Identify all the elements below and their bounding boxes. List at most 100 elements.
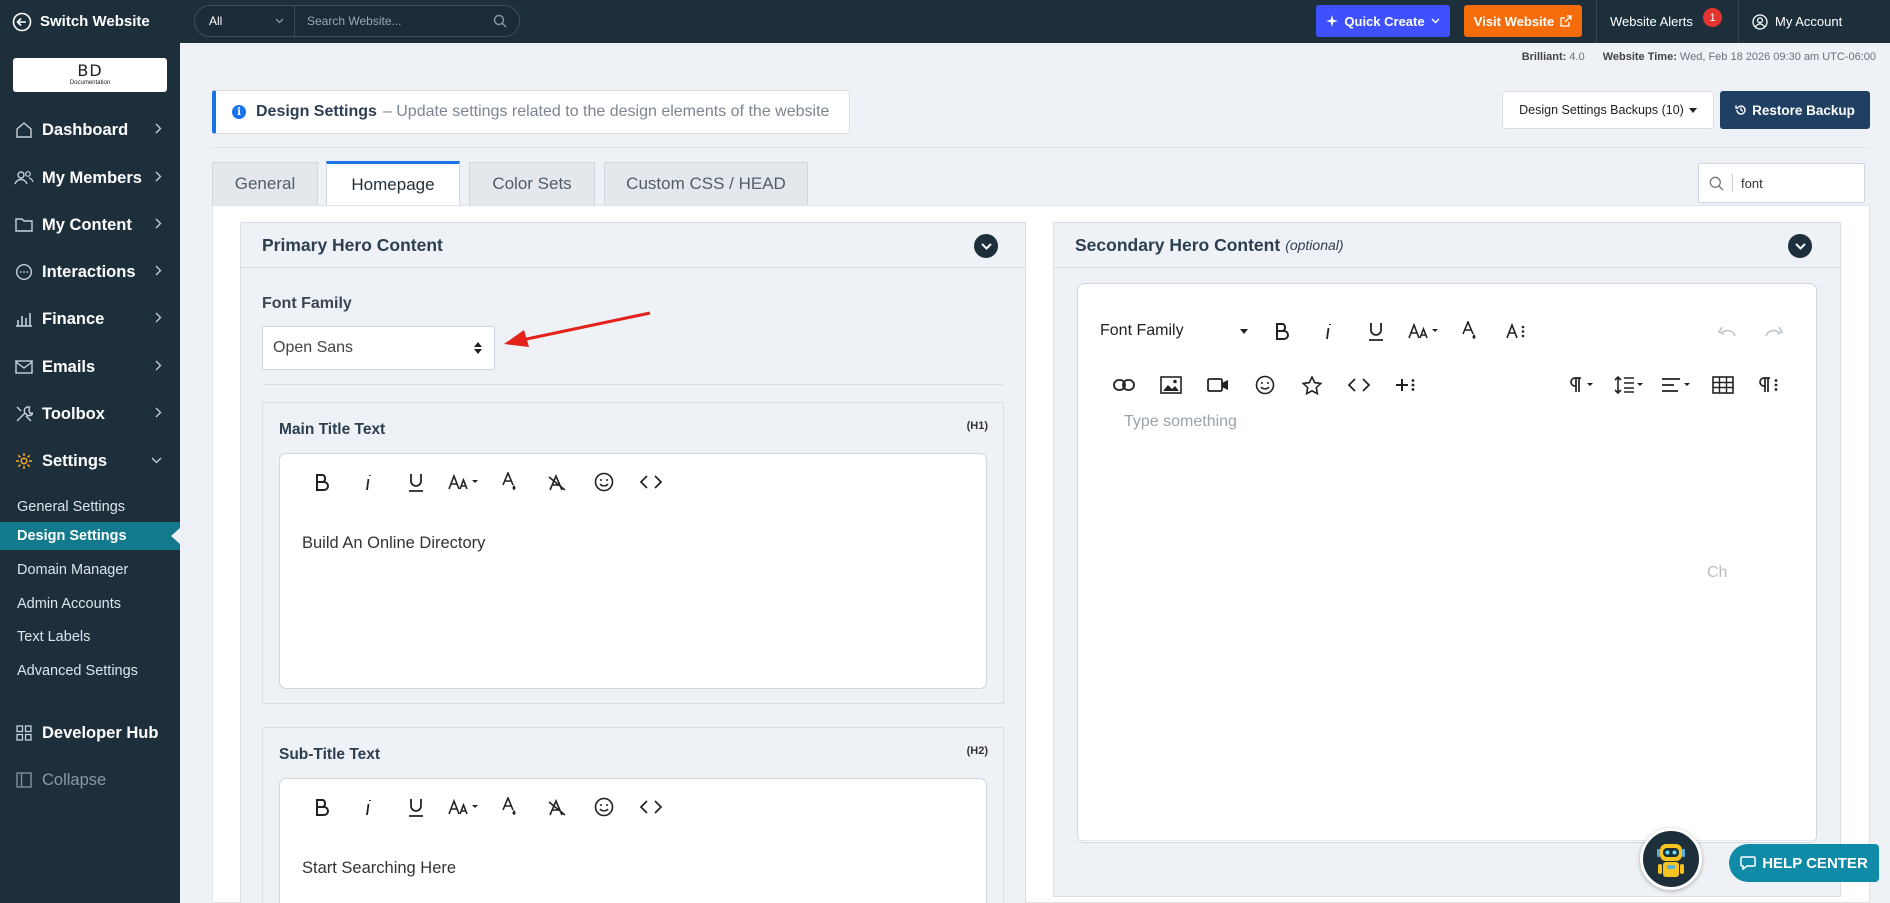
visit-website-button[interactable]: Visit Website: [1464, 5, 1582, 37]
design-backups-dropdown[interactable]: Design Settings Backups (10): [1502, 91, 1714, 129]
subtitle-editor[interactable]: Start Searching Here: [279, 778, 987, 903]
sidebar-item-my-content[interactable]: My Content: [0, 202, 180, 248]
code-view-icon[interactable]: [627, 462, 674, 502]
italic-icon[interactable]: [345, 787, 392, 827]
redo-icon[interactable]: [1750, 311, 1797, 351]
sidebar-item-my-members[interactable]: My Members: [0, 155, 180, 201]
sidebar-item-interactions[interactable]: Interactions: [0, 249, 180, 295]
font-family-select[interactable]: Open Sans: [262, 326, 495, 370]
chat-bubble-icon: [14, 262, 34, 282]
top-bar: Switch Website All Search Website... Qui…: [0, 0, 1890, 43]
switch-website-button[interactable]: Switch Website: [12, 0, 150, 43]
underline-icon[interactable]: [392, 787, 439, 827]
italic-icon[interactable]: [1305, 311, 1352, 351]
font-family-dropdown[interactable]: Font Family: [1100, 311, 1258, 351]
help-center-button[interactable]: HELP CENTER: [1729, 844, 1879, 882]
main-title-editor[interactable]: Build An Online Directory: [279, 453, 987, 689]
main-title-text[interactable]: Build An Online Directory: [302, 534, 485, 553]
align-icon[interactable]: [1652, 365, 1699, 405]
quick-create-button[interactable]: Quick Create: [1316, 5, 1450, 37]
line-height-icon[interactable]: [1605, 365, 1652, 405]
text-color-icon[interactable]: [486, 787, 533, 827]
paragraph-format-icon[interactable]: [1558, 365, 1605, 405]
sidebar-item-toolbox[interactable]: Toolbox: [0, 391, 180, 437]
site-logo[interactable]: BD Documentation: [13, 58, 167, 92]
sidebar-item-developer-hub[interactable]: Developer Hub: [0, 710, 180, 756]
tab-color-sets[interactable]: Color Sets: [469, 162, 595, 205]
link-icon[interactable]: [1100, 365, 1147, 405]
image-icon[interactable]: [1147, 365, 1194, 405]
bold-icon[interactable]: [298, 462, 345, 502]
sidebar-item-finance[interactable]: Finance: [0, 296, 180, 342]
italic-icon[interactable]: [345, 462, 392, 502]
sidebar-sub-text-labels[interactable]: Text Labels: [0, 623, 180, 651]
more-paragraph-icon[interactable]: [1746, 365, 1793, 405]
primary-hero-header[interactable]: Primary Hero Content: [241, 223, 1025, 268]
assistant-avatar-icon[interactable]: [1640, 828, 1702, 890]
underline-icon[interactable]: [1352, 311, 1399, 351]
editor-toolbar: [280, 454, 986, 510]
back-arrow-icon: [12, 12, 32, 31]
table-icon[interactable]: [1699, 365, 1746, 405]
tab-homepage[interactable]: Homepage: [326, 161, 460, 205]
sidebar-sub-general-settings[interactable]: General Settings: [0, 493, 180, 521]
text-color-icon[interactable]: [486, 462, 533, 502]
topbar-divider: [1738, 0, 1739, 43]
undo-icon[interactable]: [1703, 311, 1750, 351]
secondary-hero-title: Secondary Hero Content: [1075, 234, 1281, 255]
underline-icon[interactable]: [392, 462, 439, 502]
editor-placeholder: Type something: [1124, 413, 1237, 430]
grid-icon: [14, 723, 34, 743]
sidebar-sub-design-settings[interactable]: Design Settings: [0, 522, 180, 550]
sidebar-item-emails[interactable]: Emails: [0, 344, 180, 390]
search-icon[interactable]: [493, 14, 507, 28]
version-value: 4.0: [1569, 51, 1585, 63]
bold-icon[interactable]: [298, 787, 345, 827]
sidebar-item-settings[interactable]: Settings: [0, 438, 180, 484]
settings-search-input[interactable]: font: [1698, 163, 1865, 203]
page-description: – Update settings related to the design …: [382, 103, 830, 120]
emoji-icon[interactable]: [580, 787, 627, 827]
tab-custom-css-head[interactable]: Custom CSS / HEAD: [604, 162, 808, 205]
tab-general[interactable]: General: [212, 162, 318, 205]
my-account-button[interactable]: My Account: [1752, 0, 1842, 43]
code-view-icon[interactable]: [1335, 365, 1382, 405]
sidebar-item-label: Settings: [42, 451, 108, 470]
code-view-icon[interactable]: [627, 787, 674, 827]
video-icon[interactable]: [1194, 365, 1241, 405]
chevron-down-icon: [980, 242, 992, 250]
main-title-label: Main Title Text: [279, 421, 386, 438]
clear-formatting-icon[interactable]: [533, 462, 580, 502]
font-size-icon[interactable]: [439, 787, 486, 827]
emoji-icon[interactable]: [1241, 365, 1288, 405]
chevron-right-icon: [155, 123, 162, 134]
insert-more-icon[interactable]: [1382, 365, 1429, 405]
search-scope-select[interactable]: All: [195, 6, 295, 36]
robot-icon: [1657, 844, 1685, 877]
sidebar-sub-advanced-settings[interactable]: Advanced Settings: [0, 657, 180, 685]
annotation-arrow-icon: [504, 311, 651, 347]
secondary-hero-editor[interactable]: Font Family Type something: [1077, 283, 1817, 843]
sidebar-sub-admin-accounts[interactable]: Admin Accounts: [0, 590, 180, 618]
sidebar-collapse-button[interactable]: Collapse: [0, 757, 180, 803]
website-search-input[interactable]: Search Website...: [295, 14, 519, 28]
more-text-icon[interactable]: [1493, 311, 1540, 351]
collapse-toggle-icon[interactable]: [974, 234, 998, 258]
website-alerts-label: Website Alerts: [1610, 14, 1693, 29]
restore-backup-button[interactable]: Restore Backup: [1720, 91, 1870, 129]
font-size-icon[interactable]: [1399, 311, 1446, 351]
text-color-icon[interactable]: [1446, 311, 1493, 351]
bold-icon[interactable]: [1258, 311, 1305, 351]
secondary-hero-header[interactable]: Secondary Hero Content (optional): [1054, 223, 1840, 268]
sidebar-sub-domain-manager[interactable]: Domain Manager: [0, 556, 180, 584]
chevron-right-icon: [155, 265, 162, 276]
clear-formatting-icon[interactable]: [533, 787, 580, 827]
font-size-icon[interactable]: [439, 462, 486, 502]
emoji-icon[interactable]: [580, 462, 627, 502]
subtitle-text[interactable]: Start Searching Here: [302, 859, 456, 878]
website-alerts-button[interactable]: Website Alerts 1: [1610, 0, 1722, 43]
chevron-right-icon: [155, 218, 162, 229]
star-icon[interactable]: [1288, 365, 1335, 405]
sidebar-item-dashboard[interactable]: Dashboard: [0, 107, 180, 153]
collapse-toggle-icon[interactable]: [1788, 234, 1812, 258]
